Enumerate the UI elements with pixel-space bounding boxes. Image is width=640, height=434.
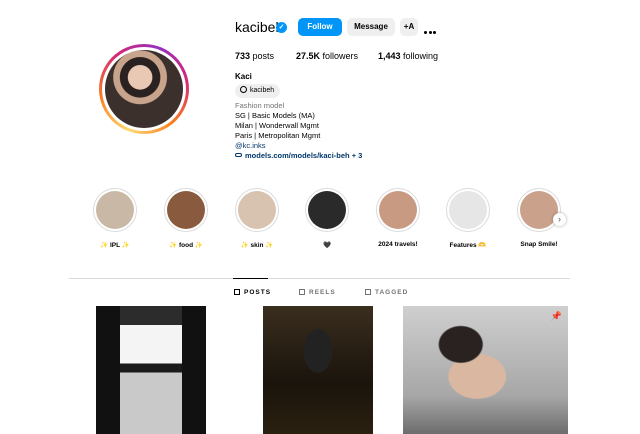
more-options-icon[interactable] [424,21,438,34]
bio-line: SG | Basic Models (MA) [235,111,315,120]
reels-icon [299,289,305,295]
bio-line: Milan | Wonderwall Mgmt [235,121,319,130]
tabs-divider [69,278,570,279]
active-tab-indicator [233,278,268,279]
bio-mention-link[interactable]: @kc.inks [235,141,266,151]
follow-button[interactable]: Follow [298,18,342,36]
suggest-accounts-button[interactable]: +A [400,18,418,36]
bio-line: Paris | Metropolitan Mgmt [235,131,321,140]
story-highlight[interactable]: ✨ skin ✨ [233,188,281,249]
threads-badge[interactable]: kacibeh [235,84,281,98]
verified-badge-icon: ✓ [276,22,287,33]
profile-category: Fashion model [235,101,285,110]
add-person-icon: +A [403,22,415,31]
highlight-label: ✨ IPL ✨ [100,242,130,249]
grid-icon [234,289,240,295]
highlight-label: ✨ skin ✨ [240,242,274,249]
profile-full-name: Kaci [235,72,252,81]
post-thumbnail[interactable] [263,306,373,434]
following-link[interactable]: 1,443 following [378,51,438,61]
highlight-label: Snap Smile! [520,241,558,248]
tab-posts[interactable]: POSTS [234,289,271,296]
story-highlight[interactable]: 2024 travels! [374,188,422,248]
posts-count: 733 posts [235,51,275,61]
avatar[interactable] [105,50,183,128]
highlight-label: 🖤 [322,242,332,249]
message-button[interactable]: Message [347,18,395,36]
highlight-label: ✨ food ✨ [169,242,203,249]
link-icon [235,153,242,157]
tab-tagged[interactable]: TAGGED [365,289,408,296]
post-thumbnail[interactable] [96,306,206,434]
tab-reels[interactable]: REELS [299,289,336,296]
tagged-icon [365,289,371,295]
story-highlight[interactable]: ✨ food ✨ [162,188,210,249]
story-highlight[interactable]: Features 🫶 [444,188,492,249]
highlight-label: 2024 travels! [378,241,418,248]
threads-icon [240,86,247,93]
story-highlight[interactable]: 🖤 [303,188,351,249]
pin-icon: 📌 [550,311,562,321]
story-highlight[interactable]: ✨ IPL ✨ [91,188,139,249]
followers-link[interactable]: 27.5K followers [296,51,358,61]
highlight-label: Features 🫶 [449,242,487,249]
profile-avatar-ring[interactable] [99,44,189,134]
highlights-next-icon[interactable]: › [553,213,566,226]
bio-external-link[interactable]: models.com/models/kaci-beh + 3 [235,151,362,161]
avatar-border [102,47,186,131]
post-thumbnail[interactable]: 📌 [403,306,568,434]
